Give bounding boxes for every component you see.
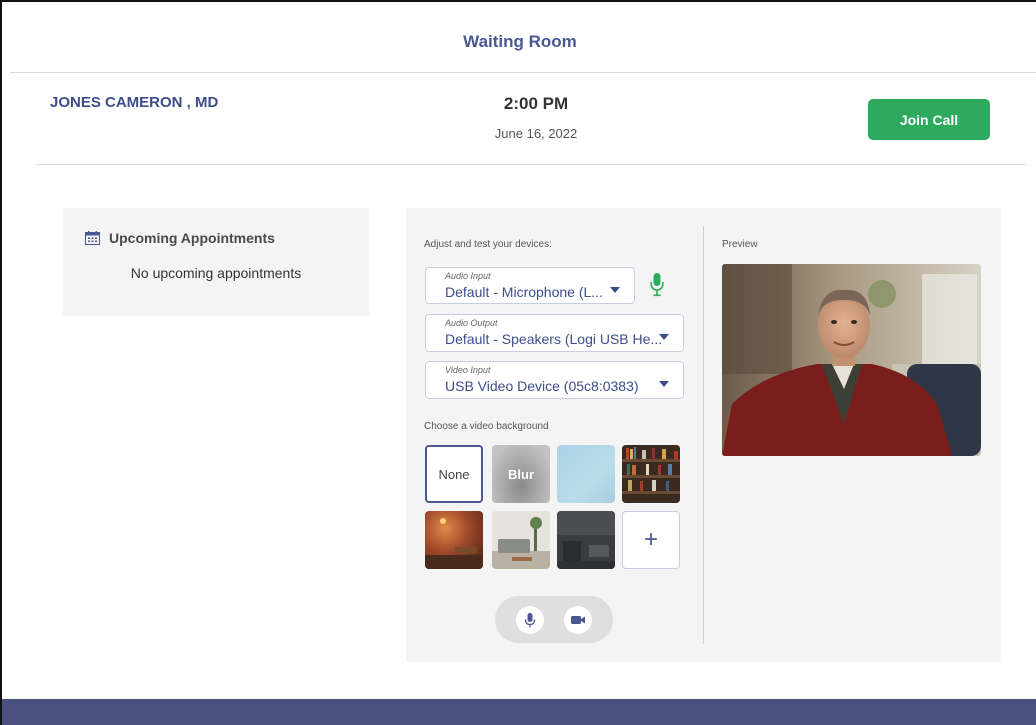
audio-input-value: Default - Microphone (L... bbox=[445, 284, 603, 300]
video-input-value: USB Video Device (05c8:0383) bbox=[445, 378, 639, 394]
appointment-date: June 16, 2022 bbox=[494, 126, 578, 141]
upcoming-appointments-header: Upcoming Appointments bbox=[85, 230, 275, 246]
video-camera-icon bbox=[571, 616, 585, 624]
title-divider bbox=[10, 72, 1036, 73]
app-window: Waiting Room JONES CAMERON , MD 2:00 PM … bbox=[0, 0, 1036, 725]
audio-output-value: Default - Speakers (Logi USB He... bbox=[445, 331, 663, 347]
calendar-icon bbox=[85, 231, 100, 245]
microphone-icon bbox=[524, 613, 536, 628]
media-controls bbox=[495, 596, 613, 643]
add-background-button[interactable]: + bbox=[622, 511, 680, 569]
background-light-blue-tile[interactable] bbox=[557, 445, 615, 503]
audio-input-select[interactable]: Audio Input Default - Microphone (L... bbox=[425, 267, 635, 304]
chevron-down-icon bbox=[659, 334, 669, 340]
camera-toggle-button[interactable] bbox=[564, 606, 592, 634]
microphone-icon bbox=[650, 272, 664, 298]
join-call-button[interactable]: Join Call bbox=[868, 99, 990, 140]
blur-label: Blur bbox=[508, 466, 534, 482]
video-background-heading: Choose a video background bbox=[424, 421, 549, 432]
audio-output-label: Audio Output bbox=[445, 318, 498, 328]
audio-input-label: Audio Input bbox=[445, 271, 491, 281]
background-dark-room-tile[interactable] bbox=[557, 511, 615, 569]
camera-preview bbox=[722, 264, 981, 456]
header-divider bbox=[36, 164, 1026, 165]
page-title: Waiting Room bbox=[463, 32, 577, 51]
video-input-select[interactable]: Video Input USB Video Device (05c8:0383) bbox=[425, 361, 684, 399]
footer-bar bbox=[2, 699, 1036, 725]
device-settings-heading: Adjust and test your devices: bbox=[424, 239, 552, 250]
background-none-tile[interactable]: None bbox=[425, 445, 483, 503]
no-appointments-text: No upcoming appointments bbox=[130, 265, 302, 281]
appointment-time: 2:00 PM bbox=[503, 94, 569, 113]
upcoming-appointments-panel: Upcoming Appointments No upcoming appoin… bbox=[63, 208, 369, 316]
chevron-down-icon bbox=[659, 381, 669, 387]
provider-name: JONES CAMERON , MD bbox=[50, 94, 219, 111]
video-input-label: Video Input bbox=[445, 365, 491, 375]
background-bookshelf-tile[interactable] bbox=[622, 445, 680, 503]
background-blur-tile[interactable]: Blur bbox=[492, 445, 550, 503]
panel-divider bbox=[703, 226, 704, 644]
device-settings-panel: Adjust and test your devices: Audio Inpu… bbox=[406, 208, 1001, 662]
preview-heading: Preview bbox=[722, 239, 758, 250]
audio-output-select[interactable]: Audio Output Default - Speakers (Logi US… bbox=[425, 314, 684, 352]
upcoming-appointments-title: Upcoming Appointments bbox=[109, 230, 275, 246]
chevron-down-icon bbox=[610, 287, 620, 293]
mic-toggle-button[interactable] bbox=[516, 606, 544, 634]
background-living-room-tile[interactable] bbox=[492, 511, 550, 569]
background-brick-room-tile[interactable] bbox=[425, 511, 483, 569]
